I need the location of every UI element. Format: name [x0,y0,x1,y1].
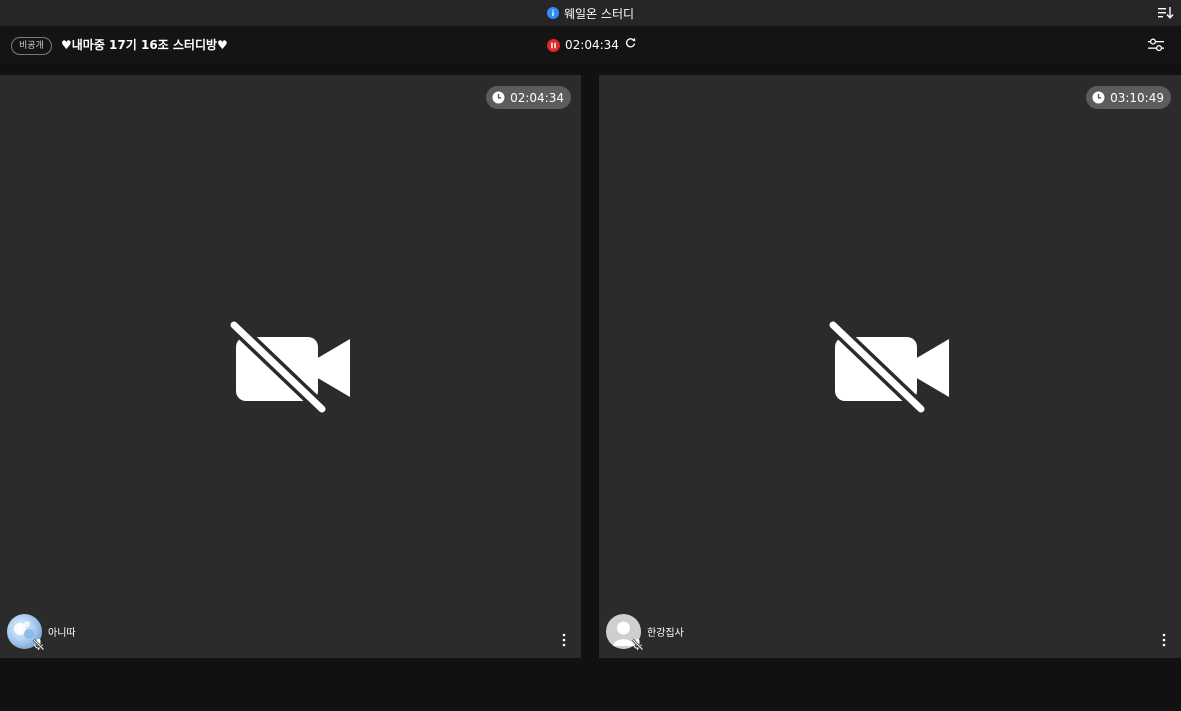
avatar [606,614,644,651]
sort-icon [1158,7,1174,19]
mic-off-icon [32,638,45,651]
video-off-icon [829,320,949,413]
participant-timer: 02:04:34 [486,86,571,109]
clock-icon [492,91,505,104]
participant-tile-1[interactable]: 02:04:34 아니따 [0,75,581,658]
settings-sliders-icon [1148,38,1164,52]
participant-name: 한강집사 [647,628,684,639]
pause-icon [551,42,556,48]
participant-timer-text: 02:04:34 [510,90,564,105]
clock-icon [1092,91,1105,104]
more-options-button[interactable] [561,632,567,647]
participant-name: 아니따 [48,628,76,639]
privacy-badge: 비공개 [11,37,52,55]
app-title: 웨일온 스터디 [546,5,635,22]
participant-info: 아니따 [7,614,76,651]
mic-off-icon [631,638,644,651]
refresh-button[interactable] [624,36,637,54]
participant-info: 한강집사 [606,614,684,651]
more-vertical-icon [562,633,566,647]
sort-button[interactable] [1157,4,1175,22]
participant-tile-2[interactable]: 03:10:49 한강집사 [599,75,1181,658]
room-elapsed-time: 02:04:34 [565,38,619,52]
info-icon [546,7,559,19]
room-bar: 비공개 ♥내마중 17기 16조 스터디방♥ 02:04:34 [0,26,1181,64]
room-timer: 02:04:34 [547,36,637,54]
pause-button[interactable] [547,38,560,52]
settings-button[interactable] [1147,36,1165,54]
participant-timer: 03:10:49 [1086,86,1171,109]
more-vertical-icon [1162,633,1166,647]
more-options-button[interactable] [1161,632,1167,647]
room-title: ♥내마중 17기 16조 스터디방♥ [61,38,228,52]
video-off-icon [229,320,350,413]
participant-timer-text: 03:10:49 [1110,90,1164,105]
app-title-text: 웨일온 스터디 [563,6,635,21]
avatar [7,614,45,651]
refresh-icon [625,37,636,48]
app-title-bar: 웨일온 스터디 [0,0,1181,26]
